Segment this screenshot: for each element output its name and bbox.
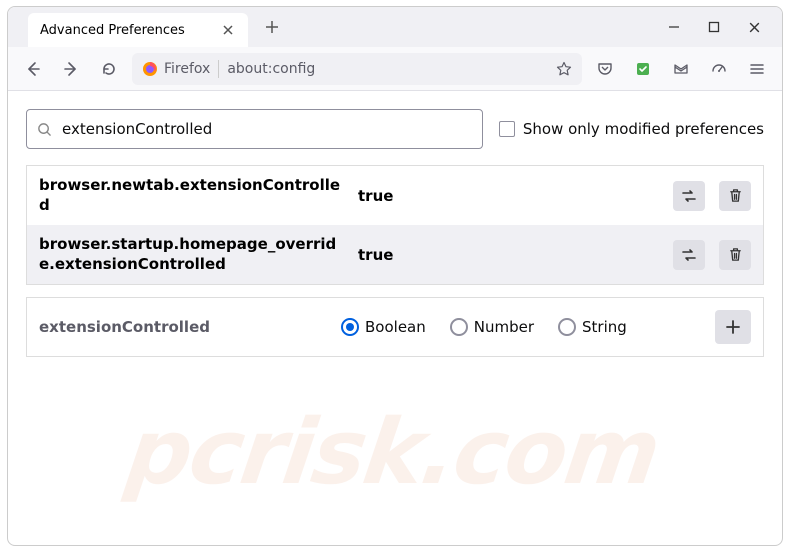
pref-row: browser.newtab.extensionControlled true [27,166,763,225]
minimize-button[interactable] [666,21,682,33]
radio-icon [450,318,468,336]
radio-icon [558,318,576,336]
pref-row: browser.startup.homepage_override.extens… [27,225,763,284]
reload-button[interactable] [94,54,124,84]
pocket-icon[interactable] [590,54,620,84]
close-tab-icon[interactable] [220,22,236,38]
search-row: extensionControlled Show only modified p… [26,109,764,149]
radio-icon [341,318,359,336]
back-button[interactable] [18,54,48,84]
radio-boolean[interactable]: Boolean [341,318,426,336]
tab-bar: Advanced Preferences [8,7,782,47]
new-pref-row: extensionControlled Boolean Number Strin… [26,297,764,357]
delete-button[interactable] [719,181,751,211]
pref-name: browser.startup.homepage_override.extens… [39,235,344,274]
tab-title: Advanced Preferences [40,23,212,38]
pref-name: browser.newtab.extensionControlled [39,176,344,215]
url-text: about:config [227,61,548,77]
watermark: pcrisk.com [121,400,665,505]
radio-string[interactable]: String [558,318,627,336]
search-icon [37,122,52,137]
radio-number[interactable]: Number [450,318,534,336]
browser-window: Advanced Preferences [7,6,783,546]
type-radio-group: Boolean Number String [341,318,627,336]
bookmark-star-icon[interactable] [556,61,572,77]
browser-toolbar: Firefox about:config [8,47,782,91]
show-modified-checkbox[interactable]: Show only modified preferences [499,120,764,138]
firefox-logo-icon [142,61,158,77]
extension-icon[interactable] [628,54,658,84]
toggle-button[interactable] [673,240,705,270]
address-bar[interactable]: Firefox about:config [132,53,582,85]
new-tab-button[interactable] [258,13,286,41]
maximize-button[interactable] [706,21,722,33]
close-window-button[interactable] [746,21,762,34]
about-config-content: extensionControlled Show only modified p… [8,91,782,545]
radio-label: Number [474,318,534,336]
mail-icon[interactable] [666,54,696,84]
new-pref-name: extensionControlled [39,318,329,336]
firefox-label: Firefox [164,61,210,77]
menu-button[interactable] [742,54,772,84]
dashboard-icon[interactable] [704,54,734,84]
pref-value: true [358,246,428,264]
pref-value: true [358,187,428,205]
radio-label: Boolean [365,318,426,336]
search-input[interactable]: extensionControlled [26,109,483,149]
checkbox-label: Show only modified preferences [523,120,764,138]
radio-label: String [582,318,627,336]
forward-button[interactable] [56,54,86,84]
preferences-table: browser.newtab.extensionControlled true … [26,165,764,285]
window-controls [666,21,782,34]
delete-button[interactable] [719,240,751,270]
firefox-identity: Firefox [142,61,210,77]
checkbox-icon [499,121,515,137]
browser-tab[interactable]: Advanced Preferences [28,13,248,47]
add-pref-button[interactable] [715,310,751,344]
pref-actions [673,240,751,270]
toggle-button[interactable] [673,181,705,211]
search-value: extensionControlled [62,120,212,138]
pref-actions [673,181,751,211]
separator [218,60,219,78]
